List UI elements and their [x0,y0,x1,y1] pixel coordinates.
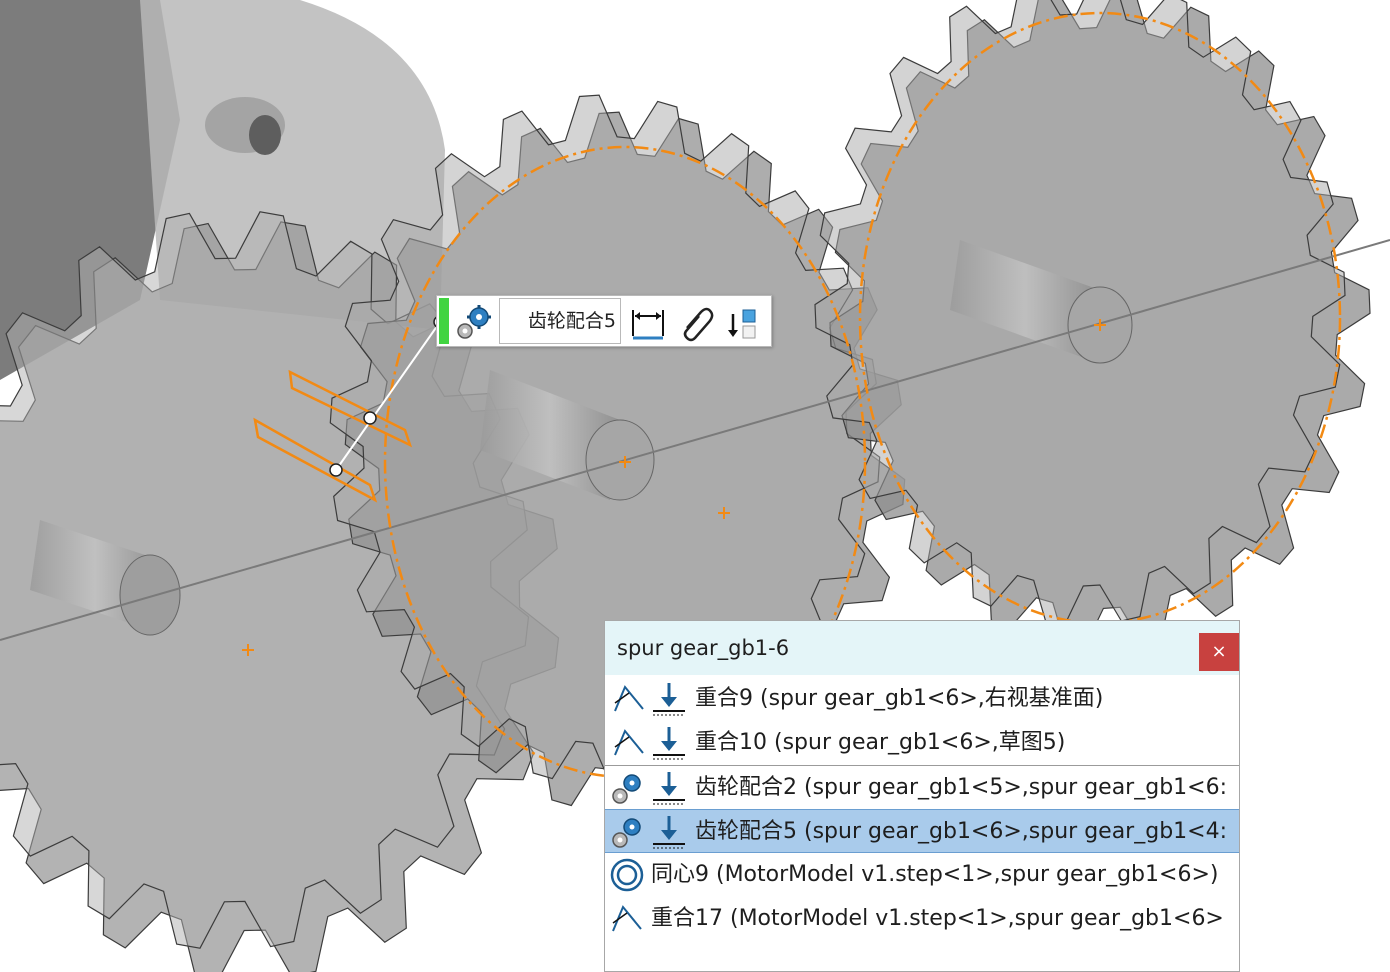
popup-header: spur gear_gb1-6 × [605,621,1239,675]
paperclip-icon[interactable] [677,302,715,342]
mate-row-label: 重合17 (MotorModel v1.step<1>,spur gear_gb… [651,906,1224,931]
mate-row-4-selected[interactable]: 齿轮配合5 (spur gear_gb1<6>,spur gear_gb1<4: [605,809,1239,853]
mate-row-3[interactable]: 齿轮配合2 (spur gear_gb1<5>,spur gear_gb1<6: [605,765,1239,809]
mate-row-label: 重合10 (spur gear_gb1<6>,草图5) [695,730,1066,755]
coincident-icon [614,729,644,756]
dimension-icon[interactable] [629,302,667,342]
mate-row-label: 重合9 (spur gear_gb1<6>,右视基准面) [695,686,1104,711]
mate-arrow-icon [653,816,685,849]
mate-row-1[interactable]: 重合9 (spur gear_gb1<6>,右视基准面) [605,677,1239,721]
mate-row-2[interactable]: 重合10 (spur gear_gb1<6>,草图5) [605,721,1239,765]
mate-row-label: 齿轮配合2 (spur gear_gb1<5>,spur gear_gb1<6: [695,775,1227,800]
mate-arrow-icon [653,683,685,716]
mate-row-5[interactable]: 同心9 (MotorModel v1.step<1>,spur gear_gb1… [605,853,1239,897]
mate-row-label: 同心9 (MotorModel v1.step<1>,spur gear_gb1… [651,862,1219,887]
mate-list-popup[interactable]: spur gear_gb1-6 × 重合9 (spur gear_gb1<6>,… [604,620,1240,972]
coincident-icon [614,685,644,712]
mate-row-label: 齿轮配合5 (spur gear_gb1<6>,spur gear_gb1<4: [695,819,1227,844]
mate-name-field[interactable]: 齿轮配合5 [499,298,621,344]
mate-arrow-icon [653,772,685,805]
coincident-icon [612,905,642,932]
gear-mate-icon [612,774,641,804]
mate-callout[interactable]: 齿轮配合5 [436,295,772,347]
push-to-back-icon[interactable] [723,302,761,342]
mate-row-6[interactable]: 重合17 (MotorModel v1.step<1>,spur gear_gb… [605,897,1239,941]
gear-mate-icon [457,305,491,339]
mate-arrow-icon [653,727,685,760]
concentric-icon [610,858,644,892]
popup-title: spur gear_gb1-6 [617,636,790,660]
close-button[interactable]: × [1199,633,1239,671]
mate-status-flag [439,298,449,344]
gear-mate-icon [612,818,641,848]
